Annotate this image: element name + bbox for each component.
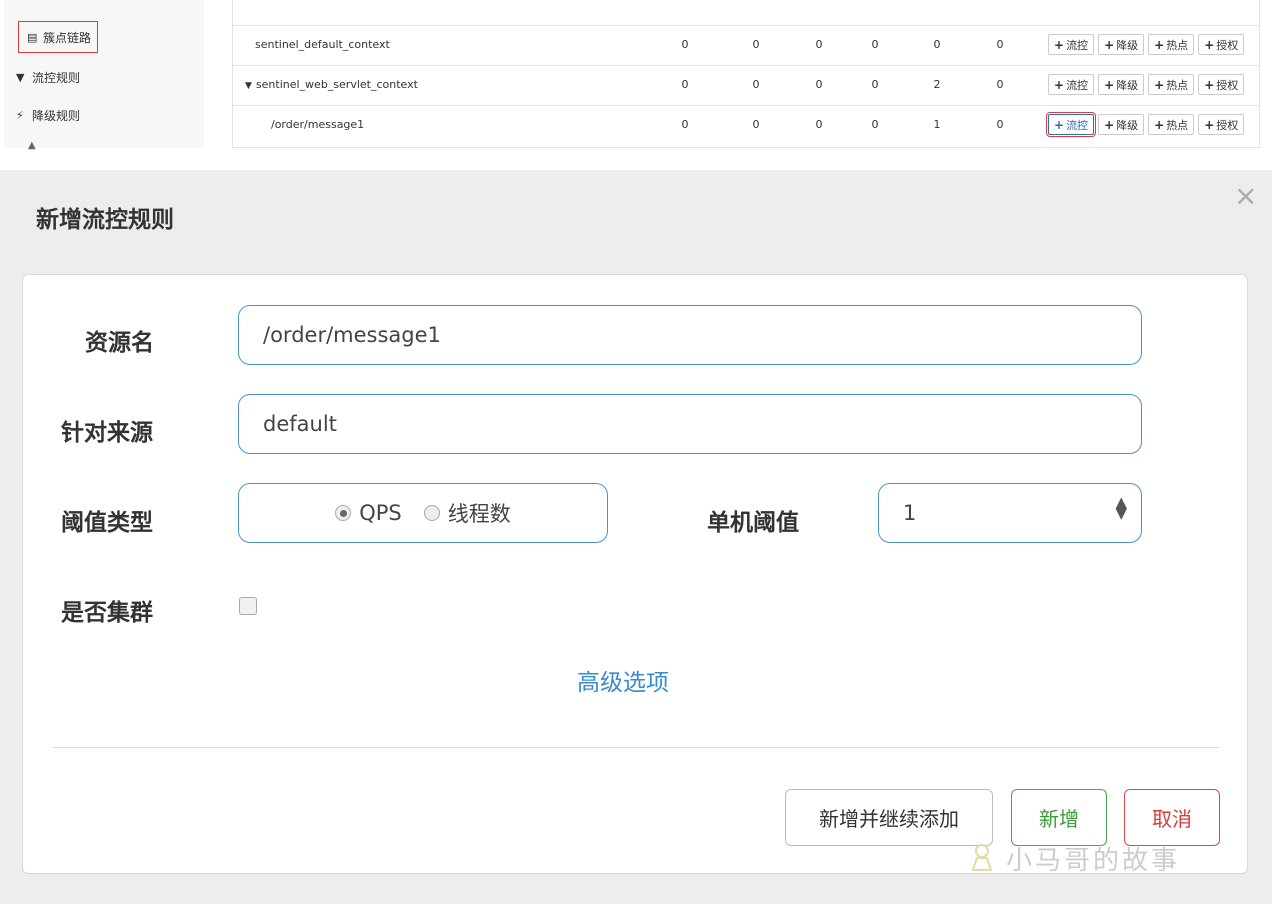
count-input[interactable]: 1 ▲ ▼ — [878, 483, 1142, 543]
radio-qps[interactable] — [335, 505, 352, 521]
stat-cell: 0 — [815, 38, 823, 51]
expand-icon[interactable]: ▼ — [245, 81, 252, 91]
table-row: ▼ sentinel_web_servlet_context 0 0 0 0 2 … — [233, 66, 1259, 106]
spinner-icon[interactable]: ▲ ▼ — [1115, 495, 1127, 521]
divider — [53, 747, 1219, 748]
dialog-title: 新增流控规则 — [36, 207, 174, 233]
stat-cell: 0 — [871, 118, 879, 131]
stat-cell: 0 — [752, 118, 760, 131]
table-row: /order/message1 0 0 0 0 1 0 + 流控 + 降级 + 热点 … — [233, 106, 1259, 146]
add-flow-rule-dialog: 新增流控规则 × 资源名 /order/message1 针对来源 defaul… — [0, 170, 1272, 904]
stat-cell: 0 — [933, 38, 941, 51]
add-button[interactable]: 新增 — [1011, 789, 1107, 846]
advanced-options-link[interactable]: 高级选项 — [577, 663, 669, 697]
stat-cell: 0 — [681, 38, 689, 51]
stat-cell: 0 — [815, 118, 823, 131]
cancel-button[interactable]: 取消 — [1124, 789, 1220, 846]
add-auth-rule-button[interactable]: + 授权 — [1198, 74, 1245, 95]
stat-cell: 0 — [996, 78, 1004, 91]
watermark-text: 小马哥的故事 — [1006, 846, 1181, 876]
stat-cell: 0 — [752, 38, 760, 51]
stat-cell: 0 — [752, 78, 760, 91]
add-auth-rule-button[interactable]: + 授权 — [1198, 34, 1245, 55]
stat-cell: 0 — [681, 78, 689, 91]
sidebar: ▤ 簇点链路 ▼ 流控规则 ⚡ 降级规则 ▲ — [4, 0, 204, 151]
background-page: ▤ 簇点链路 ▼ 流控规则 ⚡ 降级规则 ▲ sentinel_default_… — [0, 0, 1285, 160]
limit-app-label: 针对来源 — [61, 420, 153, 446]
row-actions: + 流控 + 降级 + 热点 + 授权 — [1048, 34, 1245, 55]
add-and-continue-button[interactable]: 新增并继续添加 — [785, 789, 993, 846]
watermark-logo-icon — [971, 844, 993, 871]
add-degrade-rule-button[interactable]: + 降级 — [1098, 114, 1145, 135]
grade-option-thread[interactable]: 线程数 — [423, 498, 511, 528]
close-icon[interactable]: × — [1234, 182, 1257, 210]
limit-app-input[interactable]: default — [238, 394, 1142, 454]
stat-cell: 0 — [871, 38, 879, 51]
add-degrade-rule-button[interactable]: + 降级 — [1098, 34, 1145, 55]
stat-cell: 0 — [871, 78, 879, 91]
add-degrade-rule-button[interactable]: + 降级 — [1098, 74, 1145, 95]
add-hot-rule-button[interactable]: + 热点 — [1148, 114, 1195, 135]
radio-thread[interactable] — [423, 505, 440, 521]
sidebar-more-icon: ▲ — [28, 140, 36, 151]
sidebar-item-degrade-rules[interactable]: ⚡ 降级规则 — [16, 100, 80, 130]
resource-table: sentinel_default_context 0 0 0 0 0 0 + 流控… — [232, 0, 1260, 148]
resource-name-input[interactable]: /order/message1 — [238, 305, 1142, 365]
stat-cell: 1 — [933, 118, 941, 131]
table-row: sentinel_default_context 0 0 0 0 0 0 + 流控… — [233, 26, 1259, 66]
resource-name: /order/message1 — [271, 118, 365, 131]
sidebar-item-label: 流控规则 — [32, 70, 81, 85]
grade-label: 阈值类型 — [61, 510, 153, 536]
stat-cell: 2 — [933, 78, 941, 91]
list-icon: ▤ — [27, 30, 38, 44]
stat-cell: 0 — [681, 118, 689, 131]
sidebar-item-label: 簇点链路 — [43, 30, 92, 45]
add-flow-rule-button[interactable]: + 流控 — [1048, 34, 1095, 55]
table-header — [233, 0, 1259, 26]
add-flow-rule-button[interactable]: + 流控 — [1045, 112, 1097, 137]
stat-cell: 0 — [815, 78, 823, 91]
sidebar-item-cluster-link[interactable]: ▤ 簇点链路 — [18, 21, 99, 53]
row-actions: + 流控 + 降级 + 热点 + 授权 — [1048, 74, 1245, 95]
stat-cell: 0 — [996, 118, 1004, 131]
stat-cell: 0 — [996, 38, 1004, 51]
rule-form: 资源名 /order/message1 针对来源 default 阈值类型 QP… — [22, 274, 1248, 874]
bolt-icon: ⚡ — [16, 108, 24, 122]
add-hot-rule-button[interactable]: + 热点 — [1148, 34, 1195, 55]
add-auth-rule-button[interactable]: + 授权 — [1198, 114, 1245, 135]
count-value: 1 — [903, 501, 917, 525]
filter-icon: ▼ — [16, 70, 25, 84]
sidebar-item-flow-rules[interactable]: ▼ 流控规则 — [16, 62, 80, 92]
grade-option-qps[interactable]: QPS — [335, 501, 402, 525]
cluster-label: 是否集群 — [61, 600, 153, 626]
resource-name: sentinel_default_context — [255, 38, 390, 51]
resource-name-label: 资源名 — [85, 330, 154, 356]
add-hot-rule-button[interactable]: + 热点 — [1148, 74, 1195, 95]
sidebar-item-label: 降级规则 — [32, 108, 81, 123]
resource-name[interactable]: ▼ sentinel_web_servlet_context — [245, 78, 418, 91]
count-label: 单机阈值 — [707, 510, 799, 536]
grade-radio-group: QPS 线程数 — [238, 483, 608, 543]
add-flow-rule-button[interactable]: + 流控 — [1048, 74, 1095, 95]
row-actions: + 流控 + 降级 + 热点 + 授权 — [1045, 112, 1245, 137]
cluster-checkbox[interactable] — [239, 597, 257, 615]
